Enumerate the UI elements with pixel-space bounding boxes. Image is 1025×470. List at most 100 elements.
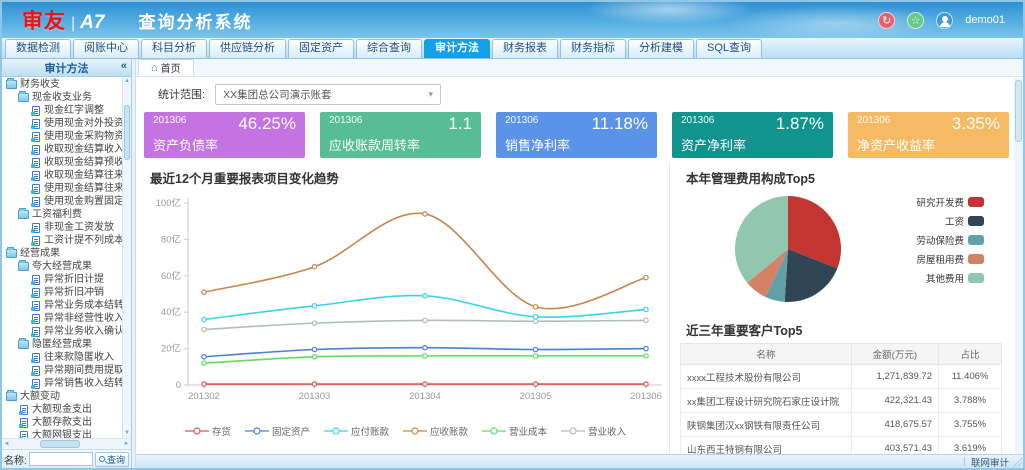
- legend-item-应收账款[interactable]: 应收账款: [403, 424, 468, 438]
- customer-name: 山东西王特钢有限公司: [681, 437, 852, 455]
- logo-separator: |: [71, 15, 75, 33]
- tree-search-button[interactable]: 查询: [95, 452, 129, 467]
- column-header-占比: 占比: [939, 344, 1002, 365]
- module-tab-分析建模[interactable]: 分析建模: [628, 39, 694, 58]
- sidebar-header: 审计方法 «: [2, 59, 131, 77]
- resize-grip-icon[interactable]: [1013, 458, 1022, 467]
- tree-item-隐匿经营成果[interactable]: 隐匿经营成果: [2, 338, 122, 351]
- tree-item-财务收支[interactable]: 财务收支: [2, 78, 122, 91]
- legend-swatch-icon[interactable]: [968, 254, 984, 264]
- tree-item-异常折旧冲销[interactable]: 异常折旧冲销: [2, 286, 122, 299]
- tree-item-现金红字调整[interactable]: 现金红字调整: [2, 104, 122, 117]
- legend-item-营业收入[interactable]: 营业收入: [561, 424, 626, 438]
- legend-swatch-icon[interactable]: [968, 235, 984, 245]
- tree-item-异常折旧计提[interactable]: 异常折旧计提: [2, 273, 122, 286]
- tree-item-夸大经营成果[interactable]: 夸大经营成果: [2, 260, 122, 273]
- legend-item-存货[interactable]: 存货: [185, 424, 231, 438]
- user-icon[interactable]: [936, 12, 953, 29]
- legend-label: 固定资产: [272, 424, 310, 438]
- module-tab-财务报表[interactable]: 财务报表: [492, 39, 558, 58]
- tree-item-异常期间费用提取[interactable]: 异常期间费用提取: [2, 364, 122, 377]
- legend-swatch-icon[interactable]: [968, 216, 984, 226]
- kpi-period: 201306: [505, 115, 538, 126]
- tree-item-收取现金结算往来款[interactable]: 收取现金结算往来款: [2, 169, 122, 182]
- tree-item-使用现金采购物资[interactable]: 使用现金采购物资: [2, 130, 122, 143]
- tree-item-大额网银支出[interactable]: 大额网银支出: [2, 429, 122, 438]
- tree-item-label: 大额现金支出: [32, 403, 92, 416]
- trend-chart-title: 最近12个月重要报表项目变化趋势: [150, 168, 669, 187]
- module-tab-科目分析[interactable]: 科目分析: [141, 39, 207, 58]
- refresh-icon[interactable]: ↻: [878, 12, 895, 29]
- star-icon[interactable]: ☆: [907, 12, 924, 29]
- pie-legend-label[interactable]: 房屋租用费: [916, 254, 964, 266]
- pie-legend-label[interactable]: 其他费用: [926, 273, 964, 285]
- pie-legend-label[interactable]: 研究开发费: [916, 197, 964, 209]
- tree-vertical-scrollbar[interactable]: ▲ ▼: [122, 77, 131, 438]
- table-row: 山东西王特钢有限公司403,571.433.619%: [681, 437, 1002, 455]
- kpi-card-top: 2013061.1: [329, 115, 472, 132]
- table-row: xxxx工程技术股份有限公司1,271,839.7211.406%: [681, 365, 1002, 389]
- tree-item-label: 夸大经营成果: [32, 260, 92, 273]
- module-tab-审计方法[interactable]: 审计方法: [424, 39, 490, 58]
- tree-item-经营成果[interactable]: 经营成果: [2, 247, 122, 260]
- tree-item-非现金工资发放[interactable]: 非现金工资发放: [2, 221, 122, 234]
- scrollbar-thumb[interactable]: [1015, 80, 1022, 142]
- folder-icon: [18, 93, 29, 102]
- tab-home[interactable]: ⌂ 首页: [138, 59, 194, 76]
- tree-item-异常业务收入确认[interactable]: 异常业务收入确认: [2, 325, 122, 338]
- legend-marker-icon: [561, 426, 585, 436]
- legend-item-应付账款[interactable]: 应付账款: [324, 424, 389, 438]
- pie-chart-title: 本年管理费用构成Top5: [686, 168, 1011, 187]
- kpi-period: 201306: [681, 115, 714, 126]
- tree-item-大额存款支出[interactable]: 大额存款支出: [2, 416, 122, 429]
- logo-brand: 审友: [22, 5, 66, 35]
- scroll-left-icon[interactable]: ◄: [2, 439, 11, 450]
- scrollbar-thumb[interactable]: [40, 440, 80, 448]
- module-tab-供应链分析[interactable]: 供应链分析: [209, 39, 286, 58]
- tree-search-input[interactable]: [29, 452, 93, 466]
- dashboard-content: 统计范围: XX集团总公司演示账套 ▾ 20130646.25%资产负债率201…: [136, 77, 1023, 454]
- tree-item-现金收支业务[interactable]: 现金收支业务: [2, 91, 122, 104]
- module-tab-综合查询[interactable]: 综合查询: [356, 39, 422, 58]
- legend-item-固定资产[interactable]: 固定资产: [245, 424, 310, 438]
- tree-item-往来款隐匿收入[interactable]: 往来款隐匿收入: [2, 351, 122, 364]
- module-tab-固定资产[interactable]: 固定资产: [288, 39, 354, 58]
- tree-item-工资计提不列成本费[interactable]: 工资计提不列成本费: [2, 234, 122, 247]
- module-tab-阅账中心[interactable]: 阅账中心: [73, 39, 139, 58]
- legend-swatch-icon[interactable]: [968, 273, 984, 283]
- module-tab-SQL查询[interactable]: SQL查询: [696, 39, 762, 58]
- document-icon: [32, 145, 40, 155]
- pie-legend-label[interactable]: 工资: [945, 217, 965, 228]
- tree-item-异常非经营性收入[interactable]: 异常非经营性收入: [2, 312, 122, 325]
- folder-icon: [6, 392, 17, 401]
- tree-item-收取现金结算收入[interactable]: 收取现金结算收入: [2, 143, 122, 156]
- tree-item-收取现金结算预收款[interactable]: 收取现金结算预收款: [2, 156, 122, 169]
- kpi-card-top: 2013063.35%: [857, 115, 1000, 132]
- tree-item-使用现金结算往来款[interactable]: 使用现金结算往来款: [2, 182, 122, 195]
- legend-swatch-icon[interactable]: [968, 197, 984, 207]
- scroll-down-icon[interactable]: ▼: [123, 429, 131, 438]
- scroll-right-icon[interactable]: ►: [122, 439, 131, 450]
- tree-item-大额变动[interactable]: 大额变动: [2, 390, 122, 403]
- scroll-up-icon[interactable]: ▲: [123, 77, 131, 86]
- column-header-金额(万元): 金额(万元): [851, 344, 938, 365]
- tree-horizontal-scrollbar[interactable]: ◄ ►: [2, 438, 131, 449]
- tree-item-使用现金购置固定资产[interactable]: 使用现金购置固定资产: [2, 195, 122, 208]
- pie-legend-label[interactable]: 劳动保险费: [916, 235, 964, 247]
- tree-item-异常业务成本结转[interactable]: 异常业务成本结转: [2, 299, 122, 312]
- main-vertical-scrollbar[interactable]: [1014, 78, 1023, 454]
- module-tab-财务指标[interactable]: 财务指标: [560, 39, 626, 58]
- tree-item-异常销售收入结转[interactable]: 异常销售收入结转: [2, 377, 122, 390]
- scope-select[interactable]: XX集团总公司演示账套 ▾: [215, 84, 441, 105]
- sidebar-collapse-button[interactable]: «: [121, 60, 127, 72]
- page-tab-label: 首页: [161, 60, 181, 75]
- tree-item-工资福利费[interactable]: 工资福利费: [2, 208, 122, 221]
- table-row: 陕钢集团汉xx钢铁有限责任公司418,675.573.755%: [681, 413, 1002, 437]
- legend-item-营业成本[interactable]: 营业成本: [482, 424, 547, 438]
- main-area: ⌂ 首页 统计范围: XX集团总公司演示账套 ▾ 20130646.25%资产负…: [136, 59, 1023, 468]
- tree-item-label: 异常业务收入确认: [44, 325, 122, 338]
- tree-item-使用现金对外投资[interactable]: 使用现金对外投资: [2, 117, 122, 130]
- module-tab-数据检测[interactable]: 数据检测: [5, 39, 71, 58]
- tree-item-大额现金支出[interactable]: 大额现金支出: [2, 403, 122, 416]
- scrollbar-thumb[interactable]: [124, 105, 130, 160]
